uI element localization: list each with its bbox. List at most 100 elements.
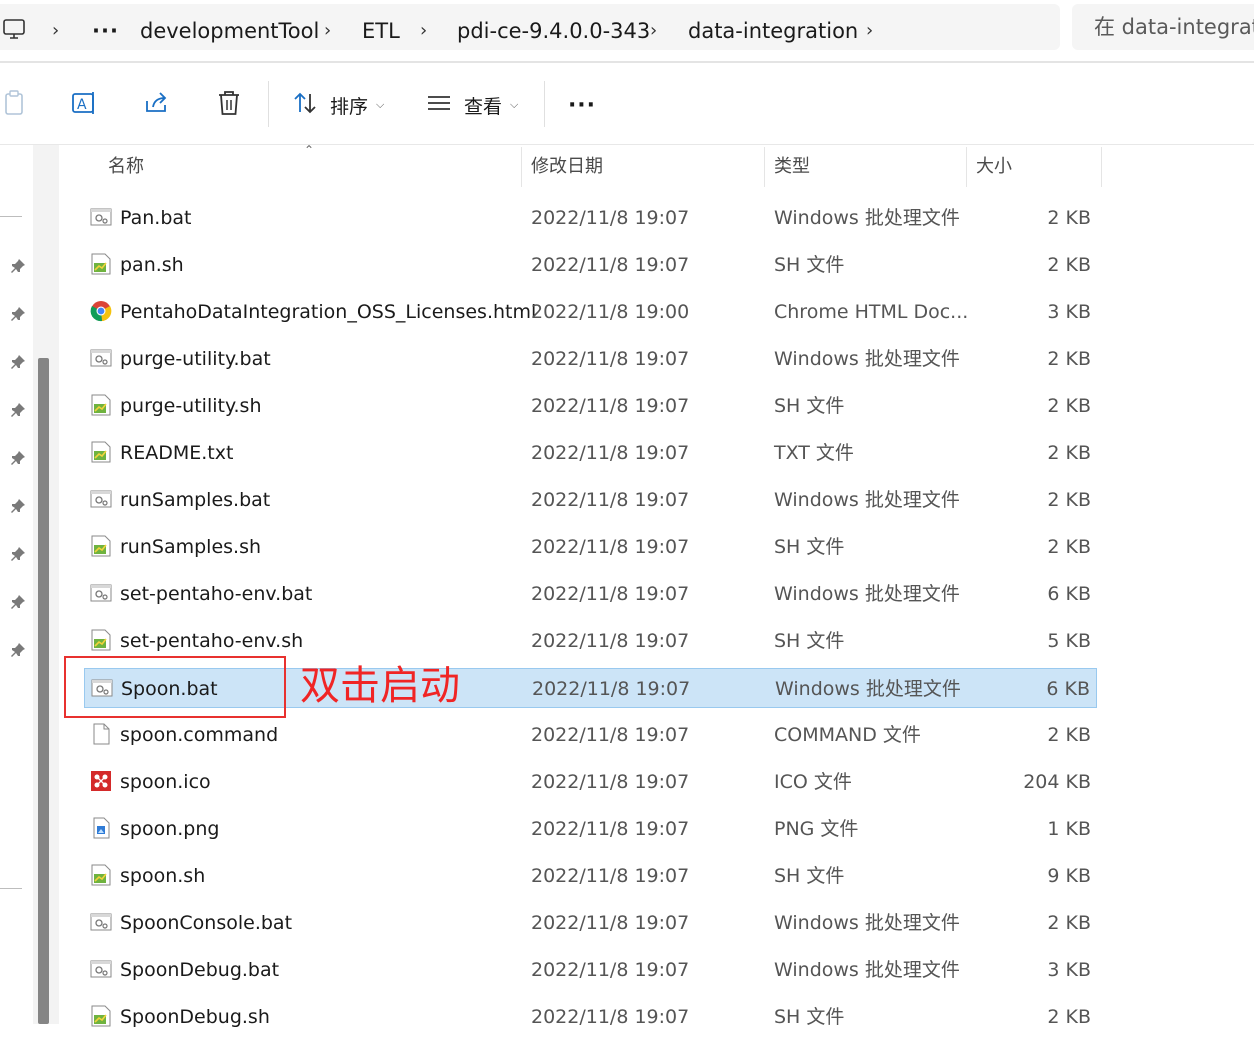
pin-icon[interactable] [10, 642, 26, 658]
file-row[interactable]: purge-utility.bat 2022/11/8 19:07 Windows … [84, 339, 1097, 379]
svg-text:A: A [77, 97, 87, 113]
chevron-right-icon[interactable]: › [420, 17, 427, 45]
file-name: PentahoDataIntegration_OSS_Licenses.html [120, 301, 537, 323]
pin-icon[interactable] [10, 258, 26, 274]
column-header-size[interactable]: 大小 [976, 147, 1012, 187]
rename-icon: A [71, 89, 99, 121]
pin-icon[interactable] [10, 306, 26, 322]
chevron-right-icon[interactable]: › [866, 17, 873, 45]
file-row[interactable]: spoon.command 2022/11/8 19:07 COMMAND 文件 2 … [84, 715, 1097, 755]
file-size: 2 KB [1047, 395, 1091, 417]
file-row[interactable]: spoon.ico 2022/11/8 19:07 ICO 文件 204 KB [84, 762, 1097, 802]
file-row[interactable]: runSamples.sh 2022/11/8 19:07 SH 文件 2 KB [84, 527, 1097, 567]
pin-icon[interactable] [10, 594, 26, 610]
column-header-name[interactable]: 名称 [108, 147, 144, 187]
rename-button[interactable]: A [70, 85, 100, 125]
file-modified-date: 2022/11/8 19:07 [531, 489, 690, 511]
sh-file-icon [90, 441, 112, 463]
breadcrumb-data-integration[interactable]: data-integration [688, 16, 858, 46]
scrollbar-thumb[interactable] [38, 358, 49, 1024]
divider [0, 216, 22, 217]
file-name: runSamples.sh [120, 536, 262, 558]
file-name: spoon.command [120, 724, 279, 746]
chevron-right-icon[interactable]: › [324, 17, 331, 45]
chevron-right-icon[interactable]: › [52, 17, 59, 45]
file-row[interactable]: purge-utility.sh 2022/11/8 19:07 SH 文件 2 KB [84, 386, 1097, 426]
paste-button[interactable] [2, 85, 28, 125]
column-header-type[interactable]: 类型 [774, 147, 810, 187]
breadcrumb[interactable]: › ··· developmentTool › ETL › pdi-ce-9.4… [0, 4, 1060, 50]
file-size: 2 KB [1047, 536, 1091, 558]
view-button[interactable]: 查看 ⌵ [426, 85, 518, 125]
file-name: purge-utility.sh [120, 395, 262, 417]
file-name: SpoonDebug.bat [120, 959, 280, 981]
delete-button[interactable] [214, 85, 244, 125]
file-type: Windows 批处理文件 [774, 912, 960, 934]
file-type: Windows 批处理文件 [774, 348, 960, 370]
file-name: spoon.sh [120, 865, 206, 887]
pin-icon[interactable] [10, 498, 26, 514]
file-row[interactable]: set-pentaho-env.bat 2022/11/8 19:07 Window… [84, 574, 1097, 614]
file-modified-date: 2022/11/8 19:07 [531, 1006, 690, 1028]
file-row[interactable]: PentahoDataIntegration_OSS_Licenses.html… [84, 292, 1097, 332]
file-type: PNG 文件 [774, 818, 859, 840]
pin-icon[interactable] [10, 354, 26, 370]
file-modified-date: 2022/11/8 19:07 [531, 724, 690, 746]
file-row[interactable]: runSamples.bat 2022/11/8 19:07 Windows 批处理… [84, 480, 1097, 520]
sh-file-icon [90, 253, 112, 275]
breadcrumb-developmentTool[interactable]: developmentTool [140, 16, 319, 46]
breadcrumb-etl[interactable]: ETL [362, 16, 400, 46]
pin-icon[interactable] [10, 402, 26, 418]
file-type: Windows 批处理文件 [774, 583, 960, 605]
file-row[interactable]: spoon.sh 2022/11/8 19:07 SH 文件 9 KB [84, 856, 1097, 896]
file-name: set-pentaho-env.sh [120, 630, 304, 652]
sort-indicator-icon: ⌃ [304, 143, 315, 157]
file-row[interactable]: Pan.bat 2022/11/8 19:07 Windows 批处理文件 2 KB [84, 198, 1097, 238]
file-size: 2 KB [1047, 1006, 1091, 1028]
column-separator[interactable] [764, 147, 765, 187]
file-row[interactable]: spoon.png 2022/11/8 19:07 PNG 文件 1 KB [84, 809, 1097, 849]
pin-icon[interactable] [10, 450, 26, 466]
breadcrumb-more[interactable]: ··· [92, 16, 119, 46]
file-modified-date: 2022/11/8 19:07 [531, 771, 690, 793]
this-pc-icon[interactable] [2, 17, 26, 45]
more-options-button[interactable]: ··· [566, 85, 598, 125]
file-name: README.txt [120, 442, 234, 464]
file-size: 2 KB [1047, 348, 1091, 370]
bat-file-icon [90, 347, 112, 369]
file-name: SpoonDebug.sh [120, 1006, 270, 1028]
column-separator[interactable] [521, 147, 522, 187]
sh-file-icon [90, 535, 112, 557]
file-name: set-pentaho-env.bat [120, 583, 313, 605]
chevron-right-icon[interactable]: › [650, 17, 657, 45]
divider [0, 888, 22, 889]
file-row[interactable]: set-pentaho-env.sh 2022/11/8 19:07 SH 文件 5 … [84, 621, 1097, 661]
file-modified-date: 2022/11/8 19:07 [531, 395, 690, 417]
file-size: 2 KB [1047, 912, 1091, 934]
file-modified-date: 2022/11/8 19:07 [531, 583, 690, 605]
file-modified-date: 2022/11/8 19:07 [531, 865, 690, 887]
navigation-pane [0, 145, 33, 1024]
file-row[interactable]: SpoonConsole.bat 2022/11/8 19:07 Windows 批… [84, 903, 1097, 943]
divider [0, 144, 1254, 145]
file-size: 3 KB [1047, 959, 1091, 981]
file-row[interactable]: SpoonDebug.bat 2022/11/8 19:07 Windows 批处理… [84, 950, 1097, 990]
file-row[interactable]: README.txt 2022/11/8 19:07 TXT 文件 2 KB [84, 433, 1097, 473]
chevron-down-icon: ⌵ [510, 98, 519, 111]
file-size: 2 KB [1047, 489, 1091, 511]
bat-file-icon [90, 911, 112, 933]
file-size: 3 KB [1047, 301, 1091, 323]
share-button[interactable] [142, 85, 172, 125]
file-name: spoon.png [120, 818, 220, 840]
breadcrumb-pdi[interactable]: pdi-ce-9.4.0.0-343 [457, 16, 650, 46]
pin-icon[interactable] [10, 546, 26, 562]
file-size: 204 KB [1023, 771, 1091, 793]
column-separator[interactable] [966, 147, 967, 187]
column-separator[interactable] [1101, 147, 1102, 187]
search-input[interactable]: 在 data-integration 中搜索 [1072, 4, 1254, 50]
file-modified-date: 2022/11/8 19:00 [531, 301, 690, 323]
file-row[interactable]: pan.sh 2022/11/8 19:07 SH 文件 2 KB [84, 245, 1097, 285]
column-header-modified[interactable]: 修改日期 [531, 147, 603, 187]
file-row[interactable]: SpoonDebug.sh 2022/11/8 19:07 SH 文件 2 KB [84, 997, 1097, 1037]
sort-button[interactable]: 排序 ⌵ [292, 85, 384, 125]
